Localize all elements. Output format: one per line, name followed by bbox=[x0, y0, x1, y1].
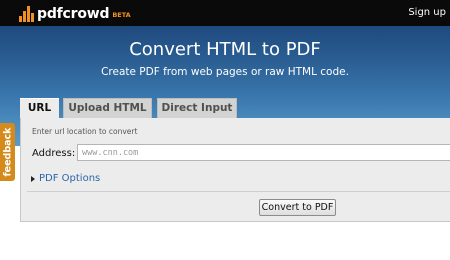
feedback-tab[interactable]: feedback bbox=[0, 123, 15, 181]
feedback-label: feedback bbox=[2, 127, 13, 177]
page-title: Convert HTML to PDF bbox=[129, 39, 321, 60]
pdf-options-label: PDF Options bbox=[39, 173, 101, 184]
pdf-options-toggle[interactable]: PDF Options bbox=[31, 173, 100, 185]
beta-badge: BETA bbox=[112, 11, 131, 19]
page-subtitle: Create PDF from web pages or raw HTML co… bbox=[101, 66, 349, 78]
convert-form-panel: Enter url location to convert Address: P… bbox=[20, 118, 450, 222]
divider bbox=[27, 191, 450, 192]
tab-direct-input[interactable]: Direct Input bbox=[157, 98, 237, 118]
page: pdfcrowd BETA Sign up Convert HTML to PD… bbox=[0, 0, 450, 260]
address-input[interactable] bbox=[77, 144, 450, 161]
tab-upload-html[interactable]: Upload HTML bbox=[63, 98, 152, 118]
tab-url[interactable]: URL bbox=[20, 98, 59, 119]
logo-text: pdfcrowd bbox=[37, 6, 110, 22]
pdfcrowd-logo[interactable]: pdfcrowd BETA bbox=[19, 4, 131, 22]
convert-to-pdf-button[interactable]: Convert to PDF bbox=[259, 199, 336, 216]
sign-up-link[interactable]: Sign up bbox=[408, 7, 446, 19]
url-hint-text: Enter url location to convert bbox=[32, 127, 138, 136]
address-label: Address: bbox=[32, 148, 76, 159]
triangle-right-icon bbox=[31, 176, 35, 182]
top-navigation-bar: pdfcrowd BETA Sign up bbox=[0, 0, 450, 26]
bar-chart-logo-icon bbox=[19, 6, 34, 22]
